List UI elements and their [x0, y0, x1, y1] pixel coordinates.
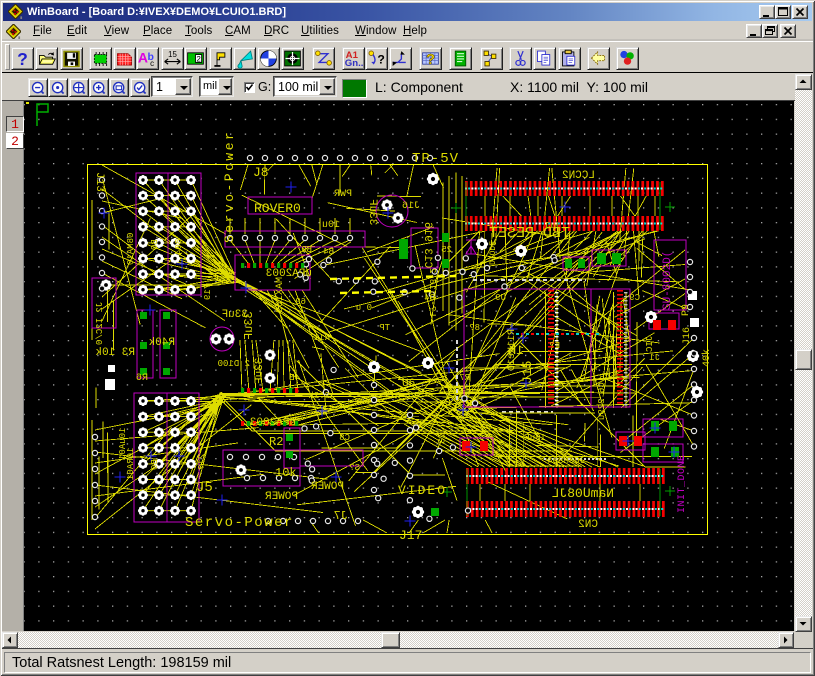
svg-text:B04: B04: [174, 239, 184, 255]
svg-text:Servo-Power: Servo-Power: [185, 515, 294, 531]
svg-text:R40k: R40k: [148, 337, 175, 349]
svg-text:J13: J13: [93, 172, 105, 192]
svg-text:21?: 21?: [197, 454, 207, 470]
svg-text:J1: J1: [649, 353, 660, 363]
svg-text:2 D100: 2 D100: [218, 359, 250, 369]
svg-text:C5: C5: [599, 373, 610, 383]
svg-text:c: c: [150, 59, 154, 68]
svg-text:INIT_DONE: INIT_DONE: [677, 454, 688, 513]
svg-text:R2: R2: [269, 435, 283, 449]
svg-text:E?: E?: [549, 341, 560, 351]
svg-text:J0SMS04: J0SMS04: [547, 456, 585, 466]
svg-text:U9: U9: [495, 293, 506, 303]
svg-text:2.2k: 2.2k: [308, 391, 330, 401]
svg-text:U6: U6: [402, 378, 415, 390]
svg-text:TBD RESET: TBD RESET: [489, 225, 570, 242]
svg-text:PWR: PWR: [334, 189, 352, 200]
svg-text:ROVER0: ROVER0: [254, 201, 301, 216]
svg-text:B0: B0: [150, 459, 160, 470]
svg-text:69: 69: [295, 297, 306, 307]
svg-text:C3: C3: [434, 432, 445, 444]
svg-text:LCCN2: LCCN2: [562, 170, 595, 182]
svg-text:B9: B9: [301, 245, 312, 255]
svg-text:JIC: JIC: [645, 336, 655, 353]
svg-text:33uF: 33uF: [222, 309, 248, 321]
svg-text:25: 25: [441, 245, 452, 255]
svg-text:D4: D4: [424, 293, 435, 303]
svg-text:33uF: 33uF: [254, 358, 266, 384]
svg-text:R11: R11: [314, 333, 330, 343]
svg-text:J5: J5: [196, 480, 213, 496]
svg-text:10uA01: 10uA01: [118, 428, 128, 460]
svg-text:POWER: POWER: [265, 491, 298, 503]
svg-text:10uF: 10uF: [524, 433, 546, 443]
svg-text:uJ: uJ: [545, 221, 556, 231]
svg-text:SU-8002D(: SU-8002D(: [662, 251, 674, 310]
svg-text:uPA2003: uPA2003: [250, 417, 296, 429]
svg-text:S?: S?: [349, 463, 360, 473]
svg-text:4B: 4B: [289, 373, 300, 383]
svg-text:?: ?: [426, 52, 435, 68]
svg-text:NamU08JL: NamU08JL: [552, 486, 614, 501]
svg-text:R6: R6: [136, 373, 148, 384]
svg-text:C13 916: C13 916: [421, 222, 433, 268]
svg-text:0 u: 0 u: [356, 303, 372, 313]
svg-text:C6 229u: C6 229u: [597, 382, 607, 420]
svg-text:33uF: 33uF: [366, 199, 378, 225]
svg-text:?: ?: [377, 52, 384, 66]
svg-text:R11Ke10: R11Ke10: [507, 329, 518, 371]
svg-text:C8: C8: [339, 433, 350, 443]
svg-text:B4: B4: [323, 247, 334, 257]
svg-text:J2 I2C/0: J2 I2C/0: [95, 302, 105, 345]
svg-text:15: 15: [168, 50, 177, 59]
svg-text:J8: J8: [253, 165, 269, 180]
svg-text:?: ?: [17, 49, 28, 69]
svg-text:uPA2003: uPA2003: [266, 268, 312, 280]
svg-text:TP-5V: TP-5V: [412, 151, 459, 167]
svg-text:J17: J17: [399, 528, 422, 543]
svg-text:C9: C9: [629, 293, 640, 303]
svg-text:10u: 10u: [322, 220, 340, 231]
svg-text:10k: 10k: [275, 466, 297, 480]
svg-text:DIODE: DIODE: [489, 241, 498, 265]
svg-text:MAX139: MAX139: [275, 277, 286, 313]
svg-text:J16: J16: [682, 327, 693, 345]
svg-text:Gn..: Gn..: [345, 58, 364, 69]
svg-text:Servo-Power: Servo-Power: [222, 130, 237, 243]
svg-text:719: 719: [203, 284, 213, 300]
svg-text:POWER: POWER: [311, 481, 344, 493]
svg-text:B0: B0: [150, 239, 160, 250]
svg-text:CN2: CN2: [578, 519, 598, 531]
svg-text:J16: J16: [402, 201, 420, 212]
svg-text:R3 10k: R3 10k: [95, 347, 135, 359]
svg-text:P9: P9: [681, 304, 692, 316]
svg-text:VIDEO: VIDEO: [398, 483, 447, 498]
svg-text:J15: J15: [520, 361, 535, 384]
svg-text:R7: R7: [459, 373, 470, 383]
svg-text:A: A: [138, 49, 148, 65]
svg-text:08MA10: 08MA10: [126, 233, 136, 265]
svg-text:2: 2: [196, 56, 201, 65]
svg-text:8?: 8?: [469, 323, 480, 333]
svg-text:40k: 40k: [701, 349, 713, 367]
svg-text:J7: J7: [334, 509, 348, 523]
svg-text:TP: TP: [379, 323, 390, 333]
